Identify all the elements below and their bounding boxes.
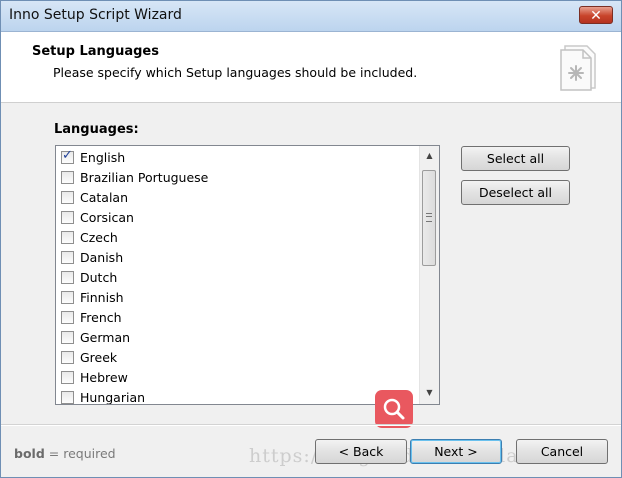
- next-button[interactable]: Next >: [410, 439, 502, 464]
- language-item[interactable]: English: [60, 148, 415, 168]
- language-checkbox[interactable]: [61, 231, 74, 244]
- page-subtitle: Please specify which Setup languages sho…: [53, 65, 418, 80]
- language-label: Czech: [80, 230, 118, 245]
- select-all-button[interactable]: Select all: [461, 146, 570, 171]
- language-label: Hebrew: [80, 370, 128, 385]
- language-item[interactable]: Catalan: [60, 188, 415, 208]
- bold-word: bold: [14, 446, 45, 461]
- scroll-thumb[interactable]: [422, 170, 436, 266]
- language-label: Brazilian Portuguese: [80, 170, 209, 185]
- language-checkbox[interactable]: [61, 251, 74, 264]
- languages-list[interactable]: English Brazilian Portuguese Catalan Corsic…: [55, 145, 440, 405]
- language-label: French: [80, 310, 122, 325]
- language-label: German: [80, 330, 131, 345]
- language-label: Catalan: [80, 190, 129, 205]
- cancel-button[interactable]: Cancel: [516, 439, 608, 464]
- back-button[interactable]: < Back: [315, 439, 407, 464]
- language-label: English: [80, 150, 126, 165]
- languages-label: Languages:: [54, 122, 139, 137]
- language-checkbox[interactable]: [61, 211, 74, 224]
- language-item[interactable]: French: [60, 308, 415, 328]
- window-title: Inno Setup Script Wizard: [9, 7, 182, 23]
- deselect-all-button[interactable]: Deselect all: [461, 180, 570, 205]
- language-checkbox[interactable]: [61, 351, 74, 364]
- language-label: Finnish: [80, 290, 124, 305]
- language-checkbox[interactable]: [61, 271, 74, 284]
- language-item[interactable]: Czech: [60, 228, 415, 248]
- required-note: bold = required: [14, 446, 116, 461]
- close-button[interactable]: ✕: [579, 6, 613, 24]
- language-item[interactable]: Dutch: [60, 268, 415, 288]
- language-label: Corsican: [80, 210, 134, 225]
- language-item[interactable]: Danish: [60, 248, 415, 268]
- setup-wizard-icon: [560, 45, 596, 91]
- wizard-window: Inno Setup Script Wizard ✕ Setup Languag…: [0, 0, 622, 478]
- list-scrollbar[interactable]: ▲ ▼: [419, 146, 439, 404]
- magnifier-icon: [383, 398, 405, 420]
- language-checkbox[interactable]: [61, 191, 74, 204]
- language-checkbox[interactable]: [61, 391, 74, 404]
- language-checkbox[interactable]: [61, 371, 74, 384]
- language-checkbox[interactable]: [61, 148, 74, 164]
- language-item[interactable]: Finnish: [60, 288, 415, 308]
- close-icon: ✕: [590, 8, 602, 24]
- zoom-badge[interactable]: [375, 390, 413, 428]
- language-label: Dutch: [80, 270, 118, 285]
- language-item[interactable]: Corsican: [60, 208, 415, 228]
- title-bar[interactable]: Inno Setup Script Wizard ✕: [1, 1, 621, 32]
- scroll-up-icon[interactable]: ▲: [424, 150, 435, 161]
- language-checkbox[interactable]: [61, 331, 74, 344]
- wizard-header: Setup Languages Please specify which Set…: [1, 32, 621, 103]
- language-item[interactable]: Brazilian Portuguese: [60, 168, 415, 188]
- page-title: Setup Languages: [32, 44, 159, 59]
- language-label: Danish: [80, 250, 124, 265]
- footer-divider: [1, 424, 621, 426]
- language-checkbox[interactable]: [61, 311, 74, 324]
- language-checkbox[interactable]: [61, 171, 74, 184]
- required-text: = required: [44, 446, 116, 461]
- language-item[interactable]: Hebrew: [60, 368, 415, 388]
- language-label: Hungarian: [80, 390, 146, 405]
- language-item[interactable]: German: [60, 328, 415, 348]
- language-label: Greek: [80, 350, 118, 365]
- language-checkbox[interactable]: [61, 291, 74, 304]
- scroll-down-icon[interactable]: ▼: [424, 387, 435, 398]
- language-item[interactable]: Hungarian: [60, 388, 415, 405]
- language-item[interactable]: Greek: [60, 348, 415, 368]
- grip-icon: [426, 213, 432, 222]
